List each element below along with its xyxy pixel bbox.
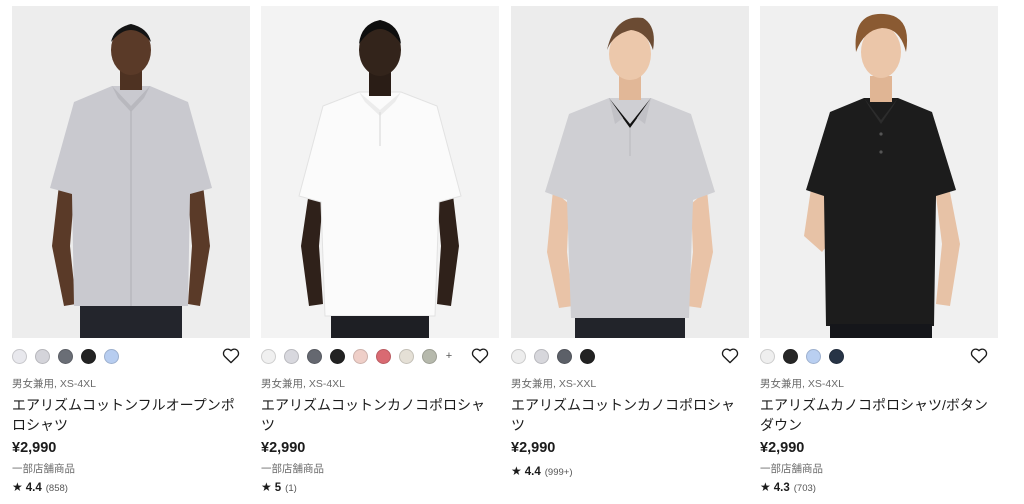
product-gender-size: 男女兼用, XS-4XL — [760, 378, 845, 390]
product-image[interactable] — [511, 6, 749, 338]
color-swatch[interactable] — [806, 348, 821, 364]
color-swatches: + — [261, 348, 455, 364]
star-icon: ★ — [261, 480, 272, 494]
color-swatch[interactable] — [35, 348, 50, 364]
heart-icon[interactable] — [222, 347, 240, 364]
star-icon: ★ — [12, 480, 23, 494]
color-swatches — [12, 348, 127, 364]
color-swatch[interactable] — [399, 348, 414, 364]
product-price: ¥2,990 — [511, 440, 556, 456]
review-count: (858) — [45, 483, 68, 494]
product-name[interactable]: エアリズムコットンカノコポロシャツ — [511, 395, 747, 435]
color-swatch[interactable] — [783, 348, 798, 364]
product-gender-size: 男女兼用, XS-4XL — [261, 378, 346, 390]
more-colors-indicator[interactable]: + — [443, 350, 455, 362]
color-swatch[interactable] — [284, 348, 299, 364]
color-swatches — [511, 348, 603, 364]
product-rating: ★ 4.4 (999+) — [511, 464, 573, 478]
color-swatch[interactable] — [829, 348, 844, 364]
color-swatch[interactable] — [353, 348, 368, 364]
product-rating: ★ 4.4 (858) — [12, 480, 68, 494]
color-swatch[interactable] — [376, 348, 391, 364]
product-image[interactable] — [261, 6, 499, 338]
product-availability-note: 一部店舗商品 — [12, 463, 75, 475]
rating-score: 4.3 — [773, 482, 790, 494]
review-count: (703) — [793, 483, 816, 494]
color-swatch[interactable] — [104, 348, 119, 364]
product-availability-note: 一部店舗商品 — [760, 463, 823, 475]
product-availability-note: 一部店舗商品 — [261, 463, 324, 475]
color-swatch[interactable] — [12, 348, 27, 364]
product-name[interactable]: エアリズムコットンカノコポロシャツ — [261, 395, 497, 435]
color-swatch[interactable] — [422, 348, 437, 364]
product-price: ¥2,990 — [261, 440, 306, 456]
product-card[interactable]: 男女兼用, XS-4XL エアリズムコットンフルオープンポロシャツ ¥2,990… — [12, 6, 250, 504]
product-name[interactable]: エアリズムコットンフルオープンポロシャツ — [12, 395, 248, 435]
product-name[interactable]: エアリズムカノコポロシャツ/ボタンダウン — [760, 395, 996, 435]
product-image[interactable] — [760, 6, 998, 338]
star-icon: ★ — [760, 480, 771, 494]
rating-score: 4.4 — [25, 482, 42, 494]
product-image[interactable] — [12, 6, 250, 338]
product-rating: ★ 4.3 (703) — [760, 480, 816, 494]
color-swatch[interactable] — [534, 348, 549, 364]
color-swatch[interactable] — [307, 348, 322, 364]
product-gender-size: 男女兼用, XS-XXL — [511, 378, 597, 390]
heart-icon[interactable] — [970, 347, 988, 364]
color-swatch[interactable] — [81, 348, 96, 364]
rating-score: 4.4 — [524, 466, 541, 478]
product-card[interactable]: 男女兼用, XS-XXL エアリズムコットンカノコポロシャツ ¥2,990 ★ … — [511, 6, 749, 504]
heart-icon[interactable] — [721, 347, 739, 364]
review-count: (1) — [285, 483, 297, 494]
color-swatch[interactable] — [511, 348, 526, 364]
color-swatch[interactable] — [760, 348, 775, 364]
color-swatch[interactable] — [330, 348, 345, 364]
product-grid: 男女兼用, XS-4XL エアリズムコットンフルオープンポロシャツ ¥2,990… — [12, 6, 1012, 504]
color-swatch[interactable] — [557, 348, 572, 364]
color-swatch[interactable] — [580, 348, 595, 364]
review-count: (999+) — [544, 467, 573, 478]
heart-icon[interactable] — [471, 347, 489, 364]
product-rating: ★ 5 (1) — [261, 480, 297, 494]
star-icon: ★ — [511, 464, 522, 478]
color-swatch[interactable] — [261, 348, 276, 364]
color-swatch[interactable] — [58, 348, 73, 364]
rating-score: 5 — [274, 482, 282, 494]
product-price: ¥2,990 — [760, 440, 805, 456]
product-card[interactable]: + 男女兼用, XS-4XL エアリズムコットンカノコポロシャツ ¥2,990 … — [261, 6, 499, 504]
color-swatches — [760, 348, 852, 364]
product-gender-size: 男女兼用, XS-4XL — [12, 378, 97, 390]
product-card[interactable]: 男女兼用, XS-4XL エアリズムカノコポロシャツ/ボタンダウン ¥2,990… — [760, 6, 998, 504]
product-price: ¥2,990 — [12, 440, 57, 456]
